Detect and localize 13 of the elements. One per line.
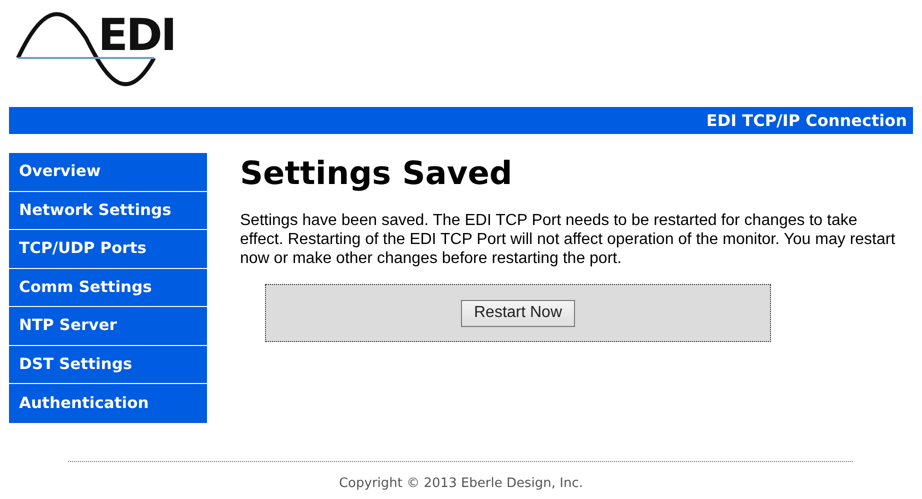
sidebar-item[interactable]: Overview	[9, 153, 207, 192]
header-title: EDI TCP/IP Connection	[706, 110, 907, 132]
sidebar-item[interactable]: Network Settings	[9, 192, 207, 230]
sidebar-item[interactable]: TCP/UDP Ports	[9, 230, 207, 268]
sidebar-item[interactable]: Comm Settings	[9, 268, 207, 307]
sidebar-item[interactable]: DST Settings	[9, 346, 207, 384]
restart-button[interactable]: Restart Now	[460, 300, 576, 326]
sidebar-item[interactable]: Authentication	[9, 384, 207, 422]
page-heading: Settings Saved	[240, 153, 514, 193]
copyright-text: Copyright © 2013 Eberle Design, Inc.	[338, 475, 584, 493]
logo-text: EDI	[98, 14, 175, 58]
message-text: Settings have been saved. The EDI TCP Port needs to be restarted for changes to take effect. Restarting of the EDI TCP Port will not affect operation of the monitor. You may restart now or make other changes before restarting the port.	[240, 211, 896, 268]
sidebar-item[interactable]: NTP Server	[9, 307, 207, 346]
